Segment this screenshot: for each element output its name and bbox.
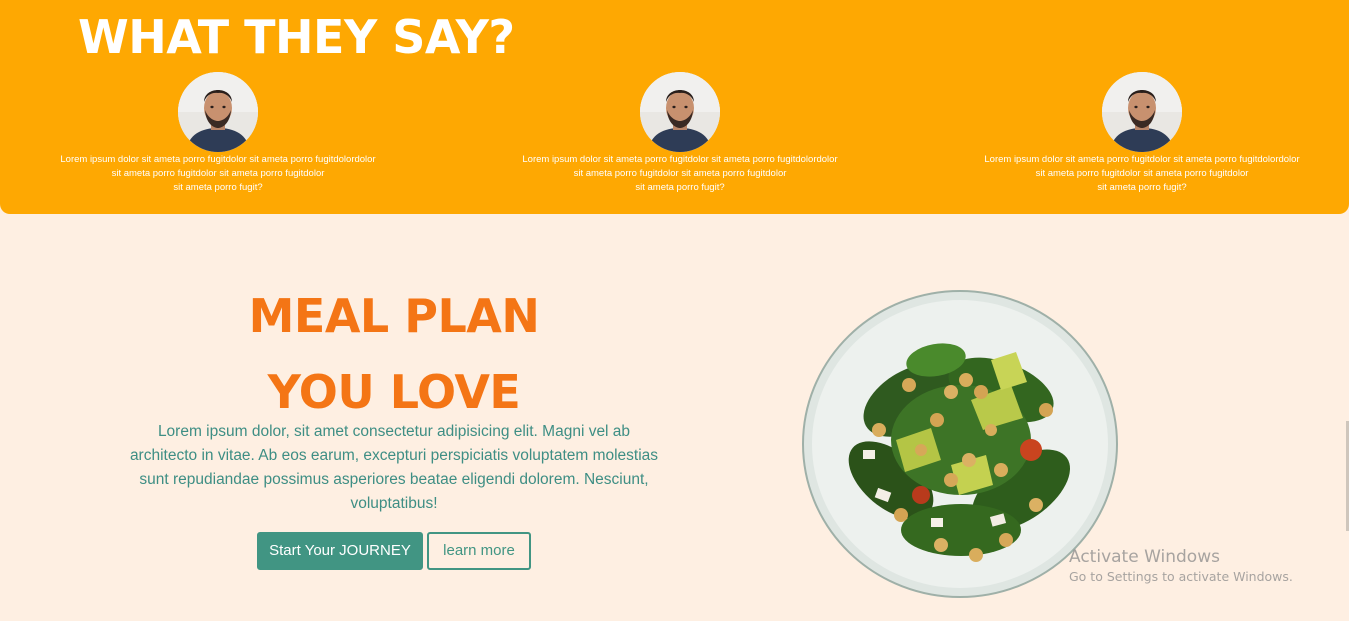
start-journey-button[interactable]: Start Your JOURNEY (257, 532, 423, 570)
testimonial-quote-line: sit ameta porro fugitdolor sit ameta por… (111, 168, 325, 179)
hero-paragraph-line: architecto in vitae. Ab eos earum, excep… (129, 447, 659, 464)
hero-title-line: YOU LOVE (267, 365, 521, 419)
testimonials-title: WHAT THEY SAY? (78, 10, 515, 64)
testimonial-card: Lorem ipsum dolor sit ameta porro fugitd… (504, 72, 856, 195)
hero-title: MEAL PLAN YOU LOVE (124, 278, 664, 430)
hero-paragraph-line: Lorem ipsum dolor, sit amet consectetur … (157, 423, 631, 440)
activate-windows-watermark: Activate Windows Go to Settings to activ… (1069, 546, 1293, 586)
learn-more-button[interactable]: learn more (427, 532, 531, 570)
testimonial-quote-line: Lorem ipsum dolor sit ameta porro fugitd… (984, 154, 1300, 165)
testimonial-quote-line: sit ameta porro fugit? (1097, 182, 1187, 193)
testimonial-quote: Lorem ipsum dolor sit ameta porro fugitd… (504, 152, 856, 195)
testimonial-quote-line: sit ameta porro fugit? (173, 182, 263, 193)
watermark-subtitle: Go to Settings to activate Windows. (1069, 569, 1293, 584)
testimonial-quote: Lorem ipsum dolor sit ameta porro fugitd… (966, 152, 1318, 195)
person-avatar (640, 72, 720, 152)
person-avatar (1102, 72, 1182, 152)
watermark-title: Activate Windows (1069, 547, 1220, 567)
hero-paragraph-line: voluptatibus! (350, 495, 438, 512)
hero-paragraph-line: sunt repudiandae possimus asperiores bea… (139, 471, 649, 488)
hero-paragraph: Lorem ipsum dolor, sit amet consectetur … (114, 420, 674, 516)
testimonial-quote-line: Lorem ipsum dolor sit ameta porro fugitd… (60, 154, 376, 165)
person-avatar (178, 72, 258, 152)
testimonial-quote-line: sit ameta porro fugitdolor sit ameta por… (1035, 168, 1249, 179)
testimonial-quote-line: sit ameta porro fugitdolor sit ameta por… (573, 168, 787, 179)
testimonial-quote: Lorem ipsum dolor sit ameta porro fugitd… (42, 152, 394, 195)
testimonial-quote-line: Lorem ipsum dolor sit ameta porro fugitd… (522, 154, 838, 165)
hero-title-line: MEAL PLAN (248, 289, 540, 343)
testimonial-quote-line: sit ameta porro fugit? (635, 182, 725, 193)
page: WHAT THEY SAY? Lorem ipsum dolor sit ame… (0, 0, 1349, 621)
testimonial-card: Lorem ipsum dolor sit ameta porro fugitd… (42, 72, 394, 195)
testimonial-card: Lorem ipsum dolor sit ameta porro fugitd… (966, 72, 1318, 195)
testimonials-section: WHAT THEY SAY? Lorem ipsum dolor sit ame… (0, 0, 1349, 214)
